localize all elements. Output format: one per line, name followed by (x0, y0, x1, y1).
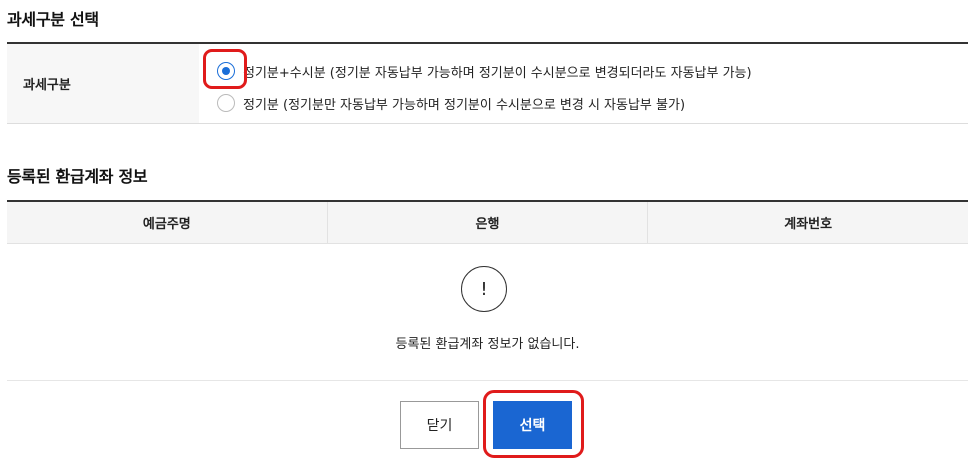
footer-divider (7, 380, 968, 381)
radio-option-regular-only[interactable]: 정기분 (정기분만 자동납부 가능하며 정기분이 수시분으로 변경 시 자동납부… (217, 91, 685, 115)
radio-option-label: 정기분 (정기분만 자동납부 가능하며 정기분이 수시분으로 변경 시 자동납부… (243, 97, 686, 113)
close-button[interactable]: 닫기 (400, 401, 479, 449)
tax-type-label: 과세구분 (7, 44, 199, 123)
tax-type-options: 정기분+수시분 (정기분 자동납부 가능하며 정기분이 수시분으로 변경되더라도… (207, 44, 968, 123)
column-header-account-number: 계좌번호 (784, 217, 833, 232)
tax-type-table: 과세구분 정기분+수시분 (정기분 자동납부 가능하며 정기분이 수시분으로 변… (7, 42, 968, 124)
table-header-row: 예금주명 은행 계좌번호 (7, 202, 968, 244)
exclamation-icon: ! (461, 266, 507, 312)
column-header-account-holder: 예금주명 (7, 202, 328, 243)
empty-state-message: 등록된 환급계좌 정보가 없습니다. (395, 337, 580, 352)
tax-section-title: 과세구분 선택 (7, 10, 99, 29)
column-header-bank: 은행 (328, 202, 649, 243)
refund-account-table: 예금주명 은행 계좌번호 (7, 200, 968, 244)
radio-option-regular-plus-occasional[interactable]: 정기분+수시분 (정기분 자동납부 가능하며 정기분이 수시분으로 변경되더라도… (217, 59, 752, 83)
radio-button-checked[interactable] (217, 62, 235, 80)
radio-option-label: 정기분+수시분 (정기분 자동납부 가능하며 정기분이 수시분으로 변경되더라도… (243, 65, 752, 81)
account-section-title: 등록된 환급계좌 정보 (7, 167, 148, 186)
select-button[interactable]: 선택 (493, 401, 572, 449)
radio-button-unchecked[interactable] (217, 94, 235, 112)
